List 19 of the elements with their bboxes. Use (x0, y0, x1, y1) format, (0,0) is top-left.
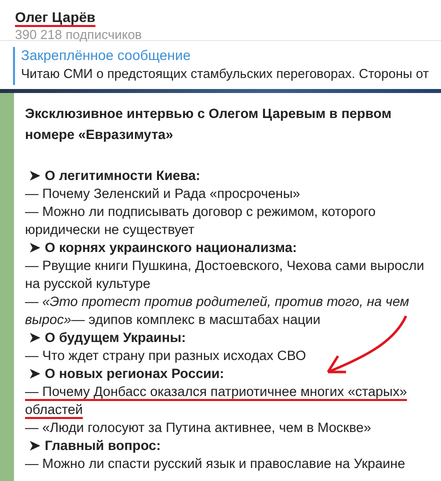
pinned-text: Читаю СМИ о предстоящих стамбульских переговорах. Стороны от (21, 66, 429, 81)
pinned-title: Закреплённое сообщение (21, 47, 191, 63)
message-line: — Рвущие книги Пушкина, Достоевского, Чехова сами выросли на русской культуре (25, 257, 426, 293)
channel-name: Олег Царёв (15, 9, 96, 27)
section-heading: ➤ Главный вопрос: (28, 437, 161, 455)
section-heading: ➤ О будущем Украины: (28, 329, 186, 347)
subscriber-count: 390 218 подписчиков (15, 27, 142, 42)
pinned-message-bar[interactable]: Закреплённое сообщение Читаю СМИ о предстоящих стамбульских переговорах. Стороны от (13, 47, 441, 85)
message-title: Эксклюзивное интервью с Олегом Царевым в первом номере «Евразимута» (25, 105, 392, 144)
message-line: — Можно ли подписывать договор с режимом, которого юридически не существует (25, 203, 377, 239)
message-line: — Почему Зеленский и Рада «просрочены» (25, 185, 302, 203)
section-heading: ➤ О корнях украинского национализма: (28, 239, 297, 257)
message-line: — «Это протест против родителей, против того, на чем вырос»— эдипов комплекс в масштабах нации (25, 293, 410, 329)
message-line: — Почему Донбасс оказался патриотичнее многих «старых» областей (25, 383, 408, 419)
message-line: — «Люди голосуют за Путина активнее, чем в Москве» (25, 419, 372, 437)
message-line: — Можно ли спасти русский язык и православие на Украине (25, 455, 406, 473)
section-heading: ➤ О новых регионах России: (28, 365, 224, 383)
message-line: — Что ждет страну при разных исходах СВО (25, 347, 307, 365)
section-heading: ➤ О легитимности Киева: (28, 167, 200, 185)
